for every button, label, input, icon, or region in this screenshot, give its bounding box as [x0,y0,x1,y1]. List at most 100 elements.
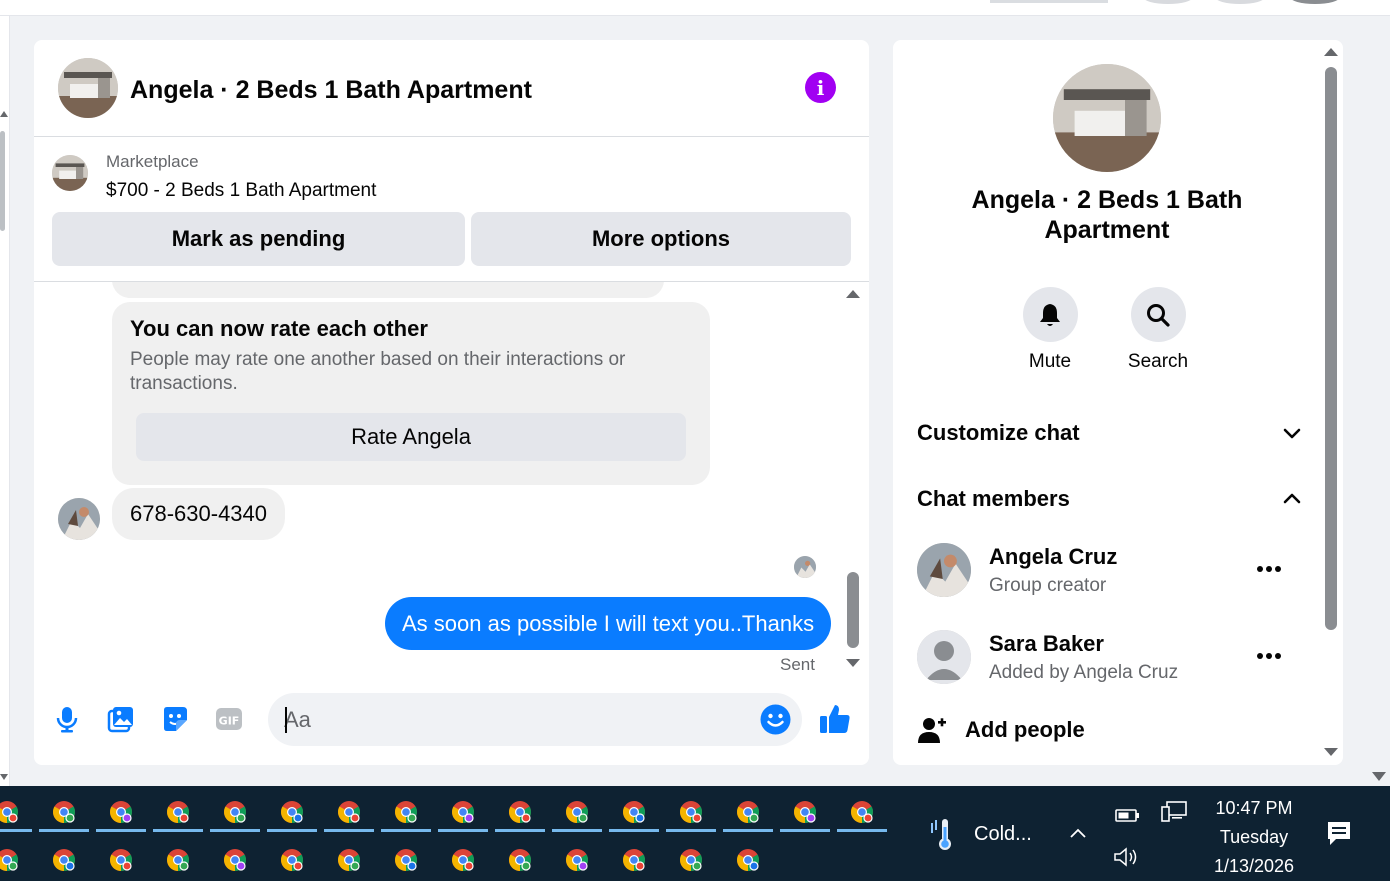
gif-icon[interactable]: GIF [214,704,244,734]
left-scroll-edge[interactable] [0,16,10,786]
scroll-down-arrow[interactable] [1324,748,1338,756]
taskbar-chrome-app[interactable] [379,788,433,832]
add-people-button[interactable]: Add people [917,712,1085,748]
sender-avatar[interactable] [58,498,100,540]
add-people-label: Add people [965,717,1085,742]
volume-icon[interactable] [1112,844,1140,870]
clock[interactable]: 10:47 PM Tuesday 1/13/2026 [1196,794,1312,881]
taskbar-chrome-app[interactable] [436,788,490,832]
avatar[interactable] [917,543,971,597]
taskbar-chrome-app[interactable] [607,836,661,880]
taskbar-chrome-app[interactable] [322,788,376,832]
taskbar-chrome-app[interactable] [835,788,889,832]
running-indicator [495,829,545,832]
chat-title[interactable]: Angela · 2 Beds 1 Bath Apartment [130,76,532,105]
member-row[interactable]: Angela Cruz Group creator [917,543,1307,603]
taskbar-chrome-app[interactable] [37,788,91,832]
taskbar-chrome-app[interactable] [664,788,718,832]
search-icon[interactable] [1130,287,1186,342]
sent-message[interactable]: As soon as possible I will text you..Tha… [385,597,832,650]
emoji-icon[interactable] [760,704,791,735]
taskbar-chrome-app[interactable] [493,836,547,880]
more-options-icon[interactable] [1255,644,1283,668]
running-indicator [609,829,659,832]
taskbar-chrome-app[interactable] [37,836,91,880]
taskbar-chrome-app[interactable] [151,788,205,832]
bell-icon[interactable] [1022,287,1078,342]
scroll-thumb[interactable] [847,572,859,648]
info-avatar[interactable] [1053,64,1161,172]
taskbar-chrome-app[interactable] [493,788,547,832]
member-row[interactable]: Sara Baker Added by Angela Cruz [917,630,1307,690]
listing-thumbnail[interactable] [52,155,88,191]
search-action[interactable]: Search [1123,287,1193,373]
member-name[interactable]: Angela Cruz [989,544,1117,570]
info-scrollbar[interactable] [1321,40,1341,765]
marketplace-label: Marketplace [106,152,199,171]
mute-label: Mute [1028,351,1072,372]
weather-widget[interactable]: Cold... [928,816,1032,852]
photo-icon[interactable] [106,704,136,734]
network-icon[interactable] [1160,798,1188,824]
received-message[interactable]: 678-630-4340 [112,488,286,540]
taskbar-chrome-app[interactable] [322,836,376,880]
taskbar-chrome-app[interactable] [379,836,433,880]
listing-title[interactable]: $700 - 2 Beds 1 Bath Apartment [106,180,376,202]
chrome-icon [223,800,247,824]
customize-chat-section[interactable]: Customize chat [917,413,1303,453]
scroll-thumb[interactable] [1325,67,1337,630]
taskbar-chrome-app[interactable] [550,788,604,832]
scroll-down-arrow[interactable] [846,659,860,667]
taskbar-chrome-app[interactable] [436,836,490,880]
message-input[interactable] [284,693,744,746]
taskbar-chrome-app[interactable] [208,788,262,832]
taskbar-chrome-app[interactable] [0,788,34,832]
more-options-button[interactable]: More options [471,212,851,266]
taskbar-chrome-app[interactable] [265,788,319,832]
message-scrollbar[interactable] [844,282,860,677]
mute-action[interactable]: Mute [1015,287,1085,373]
chevron-up-icon[interactable] [1068,824,1088,844]
scroll-up-arrow[interactable] [846,290,860,298]
taskbar-chrome-app[interactable] [721,836,775,880]
scroll-up-arrow[interactable] [1324,48,1338,56]
taskbar-chrome-app[interactable] [778,788,832,832]
member-role: Added by Angela Cruz [989,662,1179,683]
top-bar [0,0,1390,16]
rate-angela-button[interactable]: Rate Angela [136,413,686,461]
notification-icon[interactable] [1324,818,1354,848]
taskbar-chrome-app[interactable] [208,836,262,880]
chat-members-section[interactable]: Chat members [917,479,1303,519]
thumbs-up-icon[interactable] [818,702,852,736]
taskbar-chrome-app[interactable] [0,836,34,880]
running-indicator [267,829,317,832]
page-scroll-down-arrow[interactable] [1372,772,1386,781]
taskbar-chrome-app[interactable] [94,836,148,880]
message-input-wrapper[interactable] [268,693,802,746]
mark-pending-button[interactable]: Mark as pending [52,212,465,266]
taskbar-chrome-app[interactable] [550,836,604,880]
taskbar-chrome-app[interactable] [94,788,148,832]
taskbar-chrome-app[interactable] [265,836,319,880]
chrome-icon [0,800,19,824]
chat-members-label: Chat members [917,486,1070,511]
avatar[interactable] [917,630,971,684]
weather-label: Cold... [974,822,1032,845]
info-icon[interactable]: i [805,72,836,103]
member-name[interactable]: Sara Baker [989,631,1104,657]
taskbar-chrome-app[interactable] [151,836,205,880]
clock-time: 10:47 PM [1215,798,1293,818]
taskbar-chrome-app[interactable] [607,788,661,832]
taskbar-chrome-app[interactable] [721,788,775,832]
battery-icon[interactable] [1114,802,1142,828]
search-label: Search [1127,351,1189,372]
taskbar-chrome-app[interactable] [664,836,718,880]
chat-avatar[interactable] [58,58,118,118]
more-options-icon[interactable] [1255,557,1283,581]
chrome-icon [679,800,703,824]
message-list[interactable]: You can now rate each other People may r… [34,282,869,677]
microphone-icon[interactable] [52,704,82,734]
chrome-icon [850,800,874,824]
sticker-icon[interactable] [160,704,190,734]
running-indicator [666,829,716,832]
